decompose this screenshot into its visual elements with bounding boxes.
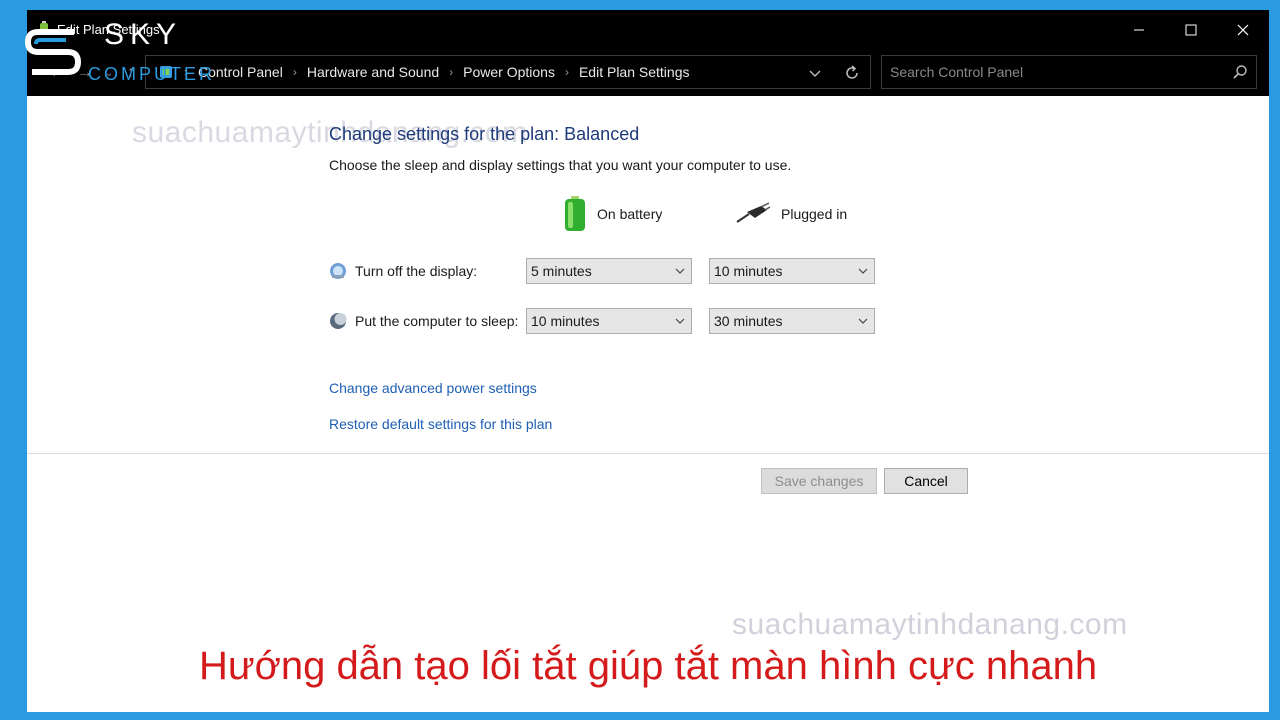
refresh-icon[interactable] — [842, 63, 862, 83]
logo-text-computer: COMPUTER — [88, 64, 215, 84]
display-icon — [330, 263, 346, 279]
sleep-plugged-select[interactable]: 30 minutes — [709, 308, 875, 334]
search-icon[interactable] — [1232, 64, 1248, 80]
page-description: Choose the sleep and display settings th… — [329, 157, 792, 173]
chevron-down-icon — [675, 318, 685, 324]
breadcrumb-separator-icon: › — [449, 65, 454, 79]
minimize-icon — [1134, 29, 1144, 31]
breadcrumb-separator-icon: › — [564, 65, 569, 79]
breadcrumb-hardware-and-sound[interactable]: Hardware and Sound — [303, 64, 443, 80]
sky-computer-logo: SKY COMPUTER — [22, 14, 242, 86]
column-label-battery: On battery — [597, 206, 663, 222]
label-put-computer-to-sleep: Put the computer to sleep: — [355, 313, 519, 329]
column-header-plugged: Plugged in — [735, 196, 847, 232]
close-icon — [1237, 24, 1249, 36]
caption-text: Hướng dẫn tạo lối tắt giúp tắt màn hình … — [198, 644, 1098, 688]
battery-icon — [565, 196, 585, 231]
search-box — [881, 55, 1257, 89]
watermark-bottom: suachuamaytinhdanang.com — [732, 608, 1128, 641]
close-button[interactable] — [1217, 10, 1269, 50]
cancel-button[interactable]: Cancel — [884, 468, 968, 494]
label-turn-off-display: Turn off the display: — [355, 263, 478, 279]
display-battery-select[interactable]: 5 minutes — [526, 258, 692, 284]
restore-defaults-link[interactable]: Restore default settings for this plan — [329, 416, 552, 432]
chevron-down-icon — [858, 268, 868, 274]
column-label-plugged: Plugged in — [781, 206, 848, 222]
sleep-plugged-value: 30 minutes — [714, 313, 783, 329]
search-input[interactable] — [882, 56, 1222, 88]
column-header-battery: On battery — [563, 196, 662, 232]
edit-plan-settings-window: Edit Plan Settings ← → ⌄ ↑ › Control Pan… — [27, 10, 1269, 712]
main-content: suachuamaytinhdanang.com Change settings… — [27, 96, 1269, 712]
breadcrumb-edit-plan-settings[interactable]: Edit Plan Settings — [575, 64, 694, 80]
logo-text-sky: SKY — [104, 18, 183, 51]
maximize-button[interactable] — [1165, 10, 1217, 50]
page-title: Change settings for the plan: Balanced — [329, 124, 640, 144]
display-plugged-value: 10 minutes — [714, 263, 783, 279]
setting-row-sleep: Put the computer to sleep: — [329, 308, 518, 334]
breadcrumb-power-options[interactable]: Power Options — [459, 64, 559, 80]
sleep-moon-icon — [330, 313, 347, 329]
display-plugged-select[interactable]: 10 minutes — [709, 258, 875, 284]
address-dropdown-icon[interactable] — [806, 64, 824, 82]
divider — [27, 453, 1269, 454]
setting-row-display: Turn off the display: — [329, 258, 477, 284]
minimize-button[interactable] — [1113, 10, 1165, 50]
advanced-power-settings-link[interactable]: Change advanced power settings — [329, 380, 537, 396]
save-changes-button[interactable]: Save changes — [761, 468, 877, 494]
sleep-battery-select[interactable]: 10 minutes — [526, 308, 692, 334]
display-battery-value: 5 minutes — [531, 263, 592, 279]
maximize-icon — [1185, 24, 1197, 36]
chevron-down-icon — [675, 268, 685, 274]
chevron-down-icon — [858, 318, 868, 324]
logo-mark-icon — [24, 29, 82, 75]
breadcrumb-separator-icon: › — [292, 65, 297, 79]
power-plug-icon — [736, 202, 771, 223]
sleep-battery-value: 10 minutes — [531, 313, 600, 329]
address-field[interactable]: › Control Panel › Hardware and Sound › P… — [145, 55, 871, 89]
